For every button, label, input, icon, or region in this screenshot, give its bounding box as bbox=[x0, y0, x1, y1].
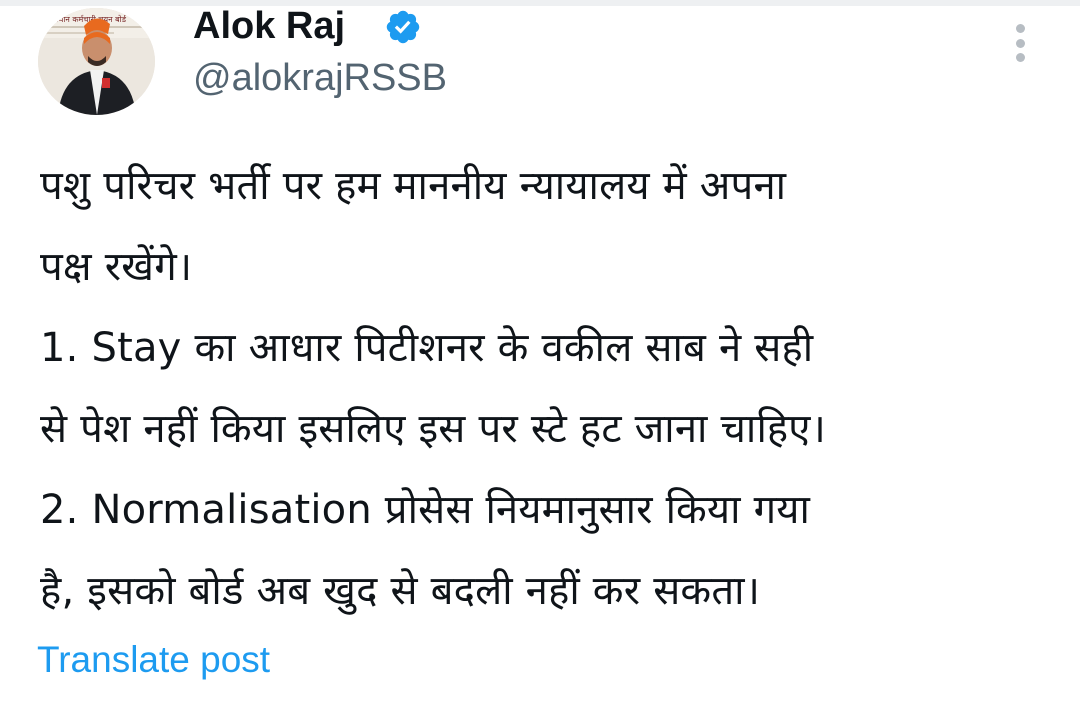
avatar-backdrop-text: राजस्थान कर्मचारी चयन बोर्ड bbox=[44, 14, 127, 24]
translate-post-link[interactable]: Translate post bbox=[37, 636, 270, 684]
tweet-line: है, इसको बोर्ड अब खुद से बदली नहीं कर सक… bbox=[40, 568, 761, 614]
author-handle[interactable]: @alokrajRSSB bbox=[193, 54, 447, 102]
tweet-line: पक्ष रखेंगे। bbox=[40, 244, 193, 290]
author-display-name[interactable]: Alok Raj bbox=[193, 2, 345, 50]
tweet-line: से पेश नहीं किया इसलिए इस पर स्टे हट जान… bbox=[40, 406, 826, 452]
profile-photo: राजस्थान कर्मचारी चयन बोर्ड bbox=[38, 8, 155, 115]
verified-badge-icon bbox=[386, 10, 420, 44]
tweet-text: पशु परिचर भर्ती पर हम माननीय न्यायालय मे… bbox=[40, 146, 1070, 632]
tweet-line: पशु परिचर भर्ती पर हम माननीय न्यायालय मे… bbox=[40, 163, 787, 209]
tweet-line: 2. Normalisation प्रोसेस नियमानुसार किया… bbox=[40, 487, 811, 533]
tweet-header: राजस्थान कर्मचारी चयन बोर्ड Alok Raj @al… bbox=[0, 0, 1080, 130]
dot bbox=[1015, 38, 1025, 48]
dot bbox=[1015, 53, 1025, 62]
tweet-line: 1. Stay का आधार पिटीशनर के वकील साब ने स… bbox=[40, 325, 814, 371]
more-options-icon[interactable] bbox=[1003, 18, 1037, 68]
avatar[interactable]: राजस्थान कर्मचारी चयन बोर्ड bbox=[38, 8, 155, 115]
dot bbox=[1015, 24, 1025, 33]
